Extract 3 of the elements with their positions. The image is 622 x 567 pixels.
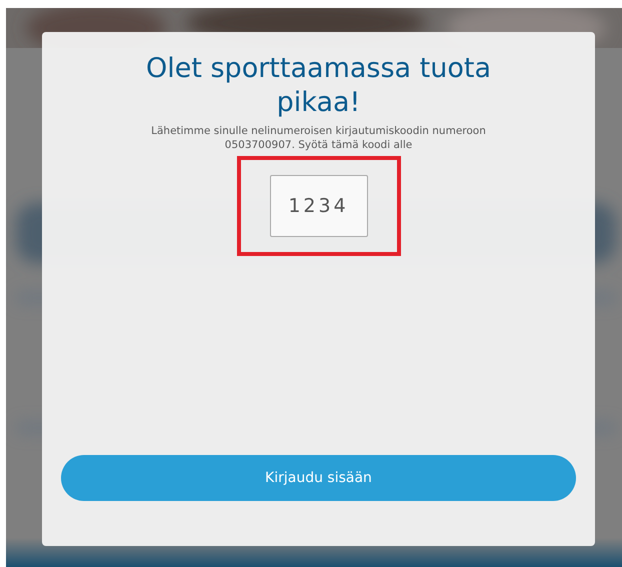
dialog-message: Lähetimme sinulle nelinumeroisen kirjautumiskoodin numeroon 0503700907. Syötä tämä koodi alle: [150, 124, 487, 152]
dialog-title: Olet sporttaamassa tuota pikaa!: [144, 52, 492, 120]
code-input-field[interactable]: 1234: [270, 175, 368, 237]
